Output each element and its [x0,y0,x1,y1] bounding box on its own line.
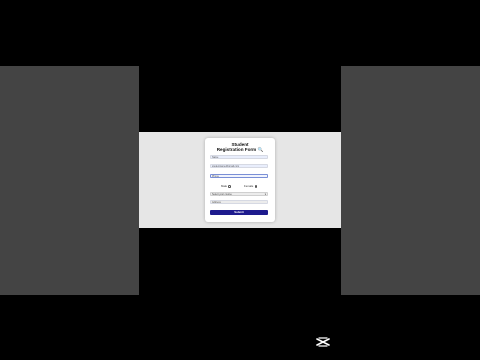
form-title-line2: Registration Form 🔍 [205,147,275,152]
gender-male-label: Male [221,184,228,188]
gender-male-option[interactable]: Male [221,184,232,188]
right-side-panel [341,66,480,295]
address-input[interactable]: Address [210,200,268,204]
left-side-panel [0,66,139,295]
submit-button[interactable]: Submit [210,210,268,215]
registration-card: Student Registration Form 🔍 Name student… [205,138,275,222]
course-select-value: Select your course [212,193,232,196]
email-input[interactable]: studentname@gmail.com [210,164,268,168]
course-select[interactable]: Select your course ▾ [210,192,268,196]
magnifier-emoji-icon: 🔍 [257,147,264,152]
male-radio-icon[interactable] [228,184,232,188]
female-radio-icon[interactable] [254,184,258,188]
form-title-text: Registration Form [216,147,257,152]
chevron-down-icon: ▾ [264,193,266,196]
gender-female-option[interactable]: Female [244,184,258,188]
capcut-logo-icon [316,337,330,347]
name-input[interactable]: Name [210,155,268,159]
phone-input[interactable]: Phone [210,174,268,178]
gender-female-label: Female [244,184,254,188]
page-content: Student Registration Form 🔍 Name student… [139,132,341,228]
